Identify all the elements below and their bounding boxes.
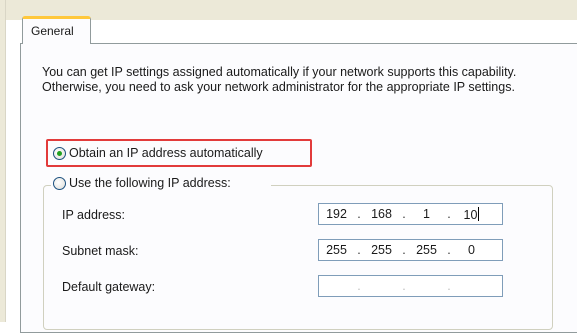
default-gateway-label: Default gateway: — [62, 280, 156, 294]
radio-use-following-ip[interactable]: Use the following IP address: — [53, 176, 231, 190]
octet-separator: . — [447, 279, 451, 293]
subnet-mask-input[interactable]: 255 . 255 . 255 . 0 — [318, 239, 503, 261]
subnet-octet-2[interactable]: 255 — [364, 243, 399, 257]
octet-separator: . — [447, 243, 451, 257]
ip-address-input[interactable]: 192 . 168 . 1 . 10 — [318, 203, 503, 225]
ip-address-label: IP address: — [62, 208, 126, 222]
octet-separator: . — [402, 279, 406, 293]
octet-separator: . — [357, 207, 361, 221]
ip-octet-4[interactable]: 10 — [454, 206, 489, 222]
ip-octet-4-value: 10 — [463, 207, 478, 222]
octet-separator: . — [447, 207, 451, 221]
octet-separator: . — [402, 243, 406, 257]
tab-general-label: General — [31, 24, 74, 38]
subnet-octet-4[interactable]: 0 — [454, 243, 489, 257]
highlight-box — [46, 139, 312, 167]
tab-general[interactable]: General — [22, 16, 91, 44]
default-gateway-input[interactable]: . . . — [318, 275, 503, 297]
ip-octet-3[interactable]: 1 — [409, 207, 444, 221]
ip-octet-2[interactable]: 168 — [364, 207, 399, 221]
radio-manual-label[interactable]: Use the following IP address: — [69, 176, 231, 190]
radio-unselected-icon[interactable] — [53, 176, 66, 190]
octet-separator: . — [357, 279, 361, 293]
subnet-octet-1[interactable]: 255 — [319, 243, 354, 257]
window-frame-left — [0, 0, 6, 322]
octet-separator: . — [357, 243, 361, 257]
subnet-octet-3[interactable]: 255 — [409, 243, 444, 257]
description-text: You can get IP settings assigned automat… — [42, 65, 517, 94]
text-caret — [478, 206, 480, 221]
octet-separator: . — [402, 207, 406, 221]
subnet-mask-label: Subnet mask: — [62, 244, 139, 258]
ip-octet-1[interactable]: 192 — [319, 207, 354, 221]
